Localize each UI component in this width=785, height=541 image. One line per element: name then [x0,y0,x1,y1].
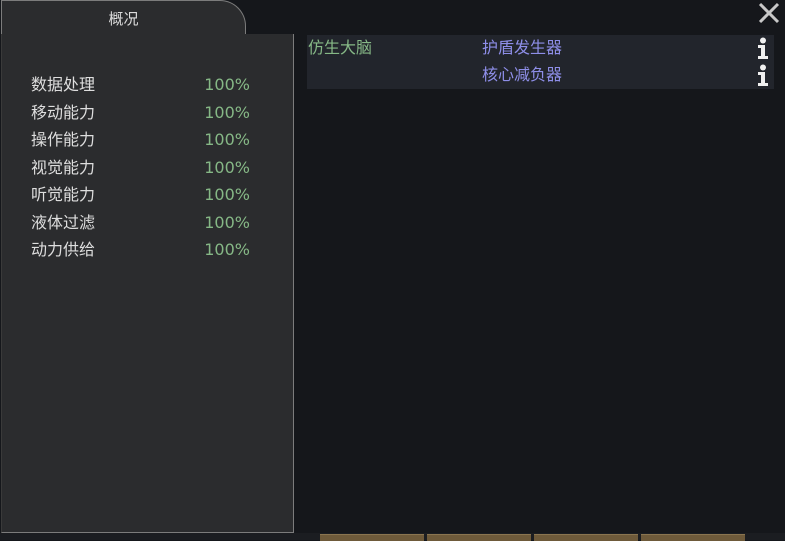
capacity-value: 100% [204,157,250,177]
info-icon [758,37,768,59]
info-icon [758,64,768,86]
capacity-row: 移动能力 100% [31,101,256,129]
capacity-value: 100% [204,212,250,232]
capacity-name: 移动能力 [31,102,96,122]
capacity-row: 听觉能力 100% [31,183,256,211]
capacity-value: 100% [204,75,250,94]
tab-overview-label: 概况 [108,10,139,28]
capacity-row: 液体过滤 100% [31,211,256,239]
hediff-name[interactable]: 核心减负器 [482,63,562,87]
health-window: 概况 数据处理 100% 移动能力 100% 操作能力 100% 视觉能力 10… [0,0,785,533]
capacity-name: 数据处理 [31,75,96,94]
capacity-value: 100% [204,130,250,149]
capacity-row: 视觉能力 100% [31,156,256,184]
capacity-row: 动力供给 100% [31,238,256,266]
body-part-name: 仿生大脑 [308,38,373,57]
capacity-name: 操作能力 [31,130,96,149]
capacity-value: 100% [204,240,250,259]
capacity-value: 100% [204,102,250,122]
tab-overview[interactable]: 概况 [1,0,246,35]
capacity-name: 视觉能力 [31,157,96,177]
info-button[interactable] [756,37,770,60]
hediff-row[interactable]: 核心减负器 [307,62,774,89]
capacity-name: 动力供给 [31,240,96,259]
capacity-row: 操作能力 100% [31,128,256,156]
capacity-name: 听觉能力 [31,185,96,204]
close-button[interactable] [755,0,783,28]
capacity-value: 100% [204,185,250,204]
hediff-name[interactable]: 护盾发生器 [482,36,562,60]
bottom-bar [0,533,785,541]
capacity-list: 数据处理 100% 移动能力 100% 操作能力 100% 视觉能力 100% … [31,73,256,266]
capacity-name: 液体过滤 [31,212,96,232]
capacity-row: 数据处理 100% [31,73,256,101]
close-icon [758,2,780,24]
hediff-row[interactable]: 仿生大脑 护盾发生器 [307,35,774,62]
info-button[interactable] [756,64,770,87]
